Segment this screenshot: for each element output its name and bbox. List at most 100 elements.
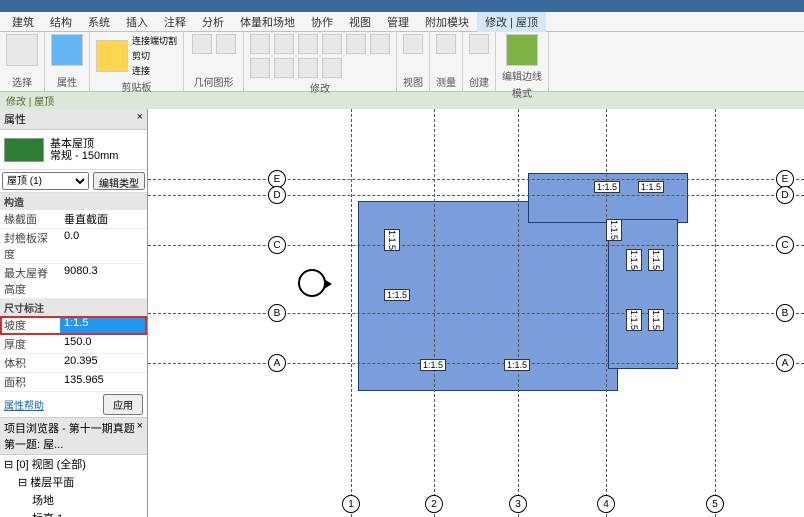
prop-row-slope: 坡度1:1.5 (0, 316, 147, 335)
menu-addins[interactable]: 附加模块 (417, 12, 477, 32)
join-label[interactable]: 连接 (132, 64, 177, 77)
modify-icon[interactable] (250, 34, 270, 54)
close-icon[interactable]: × (137, 420, 143, 452)
ribbon-label-edit-boundary: 编辑边线 (502, 68, 542, 83)
ribbon-label-create: 创建 (469, 74, 489, 89)
ribbon-label-mode: 模式 (512, 85, 532, 100)
paste-icon[interactable] (96, 40, 128, 72)
grid-label: 2 (425, 495, 443, 513)
type-name: 常规 - 150mm (50, 150, 118, 162)
section-construction: 构造 (0, 193, 147, 210)
ribbon: 选择 属性 连接端切割 剪切 连接 剪贴板 几何图形 修改 视图 测量 (0, 32, 804, 92)
grid-label: A (268, 354, 286, 372)
prop-row-max-ridge: 最大屋脊高度9080.3 (0, 264, 147, 299)
grid-label: 3 (509, 495, 527, 513)
family-name: 基本屋顶 (50, 138, 118, 150)
view-icon[interactable] (403, 34, 423, 54)
grid-label: C (268, 236, 286, 254)
browser-node[interactable]: ⊟ [0] 视图 (全部) (0, 455, 147, 473)
slope-label[interactable]: 1:1.5 (384, 289, 410, 301)
menu-analyze[interactable]: 分析 (194, 12, 232, 32)
modify-icon[interactable] (322, 58, 342, 78)
create-icon[interactable] (469, 34, 489, 54)
compass-icon (298, 269, 326, 297)
slope-label[interactable]: 1:1.5 (638, 181, 664, 193)
properties-help-link[interactable]: 属性帮助 (4, 397, 44, 412)
drawing-canvas[interactable]: 12345EEDDCCBBAA1:1.51:1.51:1.51:1.51:1.5… (148, 109, 804, 517)
prop-row-rafter: 椽截面垂直截面 (0, 210, 147, 229)
ribbon-group-view: 视图 (397, 32, 430, 91)
properties-title-text: 属性 (4, 111, 26, 127)
prop-row-thickness: 厚度150.0 (0, 335, 147, 354)
roof-swatch-icon (4, 138, 44, 162)
modify-context-tag: 修改 | 屋顶 (0, 92, 804, 109)
grid-line-h (148, 313, 804, 314)
modify-icon[interactable] (274, 34, 294, 54)
prop-row-area: 面积135.965 (0, 373, 147, 392)
slope-label[interactable]: 1:1.5 (648, 309, 664, 331)
ribbon-group-create: 创建 (463, 32, 496, 91)
menu-insert[interactable]: 插入 (118, 12, 156, 32)
ribbon-label-view: 视图 (403, 74, 423, 89)
cut-end-label[interactable]: 连接端切割 (132, 34, 177, 47)
grid-line-h (148, 195, 804, 196)
slope-label[interactable]: 1:1.5 (504, 359, 530, 371)
menu-collab[interactable]: 协作 (303, 12, 341, 32)
ribbon-group-geometry: 几何图形 (184, 32, 244, 91)
grid-label: B (268, 304, 286, 322)
slope-label[interactable]: 1:1.5 (606, 219, 622, 241)
slope-label[interactable]: 1:1.5 (594, 181, 620, 193)
modify-icon[interactable] (370, 34, 390, 54)
modify-icon[interactable] (250, 58, 270, 78)
type-selector[interactable]: 基本屋顶 常规 - 150mm (0, 130, 147, 170)
measure-icon[interactable] (436, 34, 456, 54)
geom-icon-2[interactable] (216, 34, 236, 54)
menu-system[interactable]: 系统 (80, 12, 118, 32)
menu-mass[interactable]: 体量和场地 (232, 12, 303, 32)
ribbon-group-properties: 属性 (45, 32, 90, 91)
slope-label[interactable]: 1:1.5 (626, 249, 642, 271)
grid-label: A (776, 354, 794, 372)
geom-icon-1[interactable] (192, 34, 212, 54)
apply-button[interactable]: 应用 (103, 394, 143, 415)
grid-label: 4 (597, 495, 615, 513)
menu-arch[interactable]: 建筑 (4, 12, 42, 32)
close-icon[interactable]: × (137, 111, 143, 127)
menu-annotate[interactable]: 注释 (156, 12, 194, 32)
modify-icon[interactable] (322, 34, 342, 54)
ribbon-group-modify: 修改 (244, 32, 397, 91)
grid-label: C (776, 236, 794, 254)
modify-icon[interactable] (298, 58, 318, 78)
browser-node[interactable]: ⊟ 楼层平面 (0, 473, 147, 491)
browser-panel-title: 项目浏览器 - 第十一期真题第一题: 屋... × (0, 418, 147, 455)
ribbon-label-properties: 属性 (57, 74, 77, 89)
menu-manage[interactable]: 管理 (379, 12, 417, 32)
slope-label[interactable]: 1:1.5 (648, 249, 664, 271)
select-icon[interactable] (6, 34, 38, 66)
edit-boundary-icon[interactable] (506, 34, 538, 66)
project-browser[interactable]: ⊟ [0] 视图 (全部)⊟ 楼层平面场地标高 1标高 2⊞ 天花板平面⊟ 三维… (0, 455, 147, 517)
properties-icon[interactable] (51, 34, 83, 66)
menu-modify-roof[interactable]: 修改 | 屋顶 (477, 12, 546, 32)
slope-label[interactable]: 1:1.5 (384, 229, 400, 251)
instance-filter-dropdown[interactable]: 屋顶 (1) (2, 172, 89, 190)
slope-label[interactable]: 1:1.5 (420, 359, 446, 371)
slope-label[interactable]: 1:1.5 (626, 309, 642, 331)
modify-icon[interactable] (274, 58, 294, 78)
roof-wing-right[interactable] (608, 219, 678, 369)
ribbon-group-mode: 编辑边线 模式 (496, 32, 549, 91)
browser-title-text: 项目浏览器 - 第十一期真题第一题: 屋... (4, 420, 137, 452)
ribbon-group-measure: 测量 (430, 32, 463, 91)
edit-type-button[interactable]: 编辑类型 (93, 172, 145, 190)
prop-row-fascia: 封檐板深度0.0 (0, 229, 147, 264)
menu-view[interactable]: 视图 (341, 12, 379, 32)
modify-icon[interactable] (298, 34, 318, 54)
window-titlebar (0, 0, 804, 12)
slope-input[interactable]: 1:1.5 (60, 316, 147, 334)
cut-label[interactable]: 剪切 (132, 49, 177, 62)
menu-struct[interactable]: 结构 (42, 12, 80, 32)
browser-node[interactable]: 场地 (0, 491, 147, 509)
ribbon-label-geometry: 几何图形 (194, 74, 234, 89)
browser-node[interactable]: 标高 1 (0, 509, 147, 517)
modify-icon[interactable] (346, 34, 366, 54)
